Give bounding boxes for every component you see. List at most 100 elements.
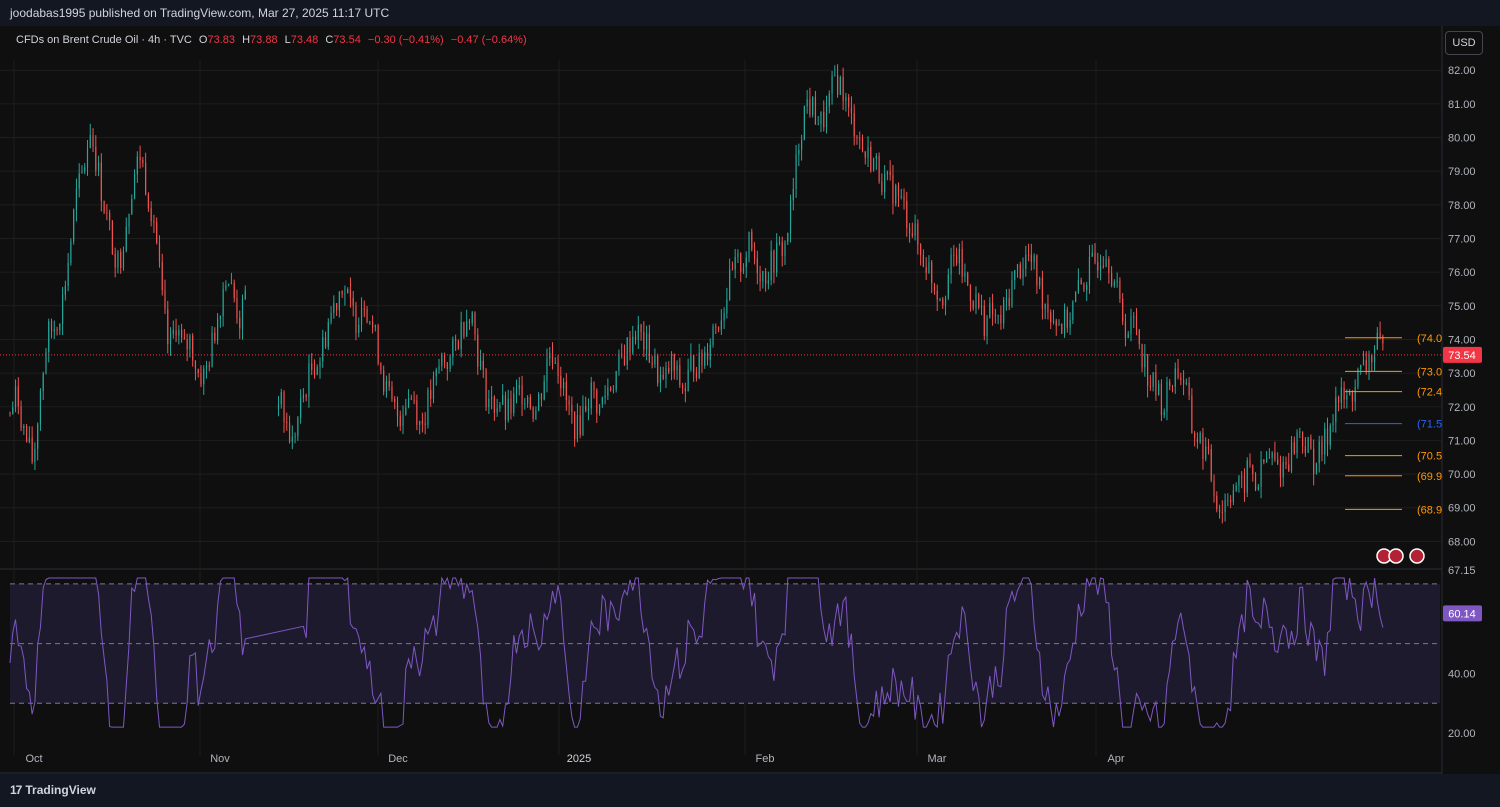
legend-low: 73.48 (290, 34, 319, 46)
candle-body (1116, 280, 1118, 283)
candle-body (1199, 432, 1201, 443)
candle-body (1332, 422, 1334, 426)
candle-body (147, 194, 149, 209)
candle-body (1019, 264, 1021, 278)
candle-body (820, 111, 822, 125)
candle-body (629, 337, 631, 353)
candle-body (216, 319, 219, 341)
candle-body (668, 367, 670, 372)
candle-body (239, 317, 241, 329)
candle-body (463, 321, 465, 337)
candle-body (723, 312, 725, 321)
candle-body (396, 401, 399, 417)
candle-body (618, 353, 620, 371)
candle-body (1069, 319, 1071, 328)
candle-body (1169, 381, 1171, 387)
candle-body (1337, 396, 1340, 403)
price-tick-label: 79.00 (1448, 166, 1476, 178)
candle-body (1362, 360, 1365, 366)
candle-body (931, 262, 933, 284)
candle-body (111, 220, 114, 254)
candle-body (300, 397, 302, 418)
candle-body (1313, 448, 1315, 474)
candle-body (333, 303, 335, 313)
candle-body (349, 289, 352, 298)
candle-body (1260, 459, 1262, 487)
candle-body (125, 226, 127, 251)
candle-body (167, 309, 169, 345)
candle-body (568, 400, 570, 405)
candle-body (1224, 500, 1226, 513)
candle-body (1094, 252, 1096, 262)
candle-body (380, 363, 382, 371)
candle-body (1232, 490, 1234, 503)
candle-body (1243, 476, 1246, 493)
candle-body (1365, 360, 1367, 371)
legend-symbol[interactable]: CFDs on Brent Crude Oil · 4h · TVC (16, 34, 192, 46)
candle-body (1293, 442, 1295, 454)
candle-body (53, 329, 55, 332)
candle-body (114, 253, 116, 268)
candle-body (585, 406, 587, 411)
candle-body (964, 272, 966, 277)
candle-body (73, 210, 75, 242)
candle-body (825, 106, 828, 128)
candle-body (1324, 428, 1326, 455)
candle-body (1030, 254, 1032, 262)
candle-body (1122, 298, 1124, 322)
candle-body (1268, 457, 1270, 459)
candle-body (347, 289, 349, 294)
price-tick-label: 69.00 (1448, 503, 1476, 515)
candle-body (767, 280, 769, 284)
candle-body (745, 257, 747, 268)
candle-body (211, 332, 213, 367)
candle-body (1061, 323, 1063, 334)
candle-body (145, 163, 147, 195)
candle-body (526, 396, 529, 404)
tradingview-logo[interactable]: 17 TradingView (10, 783, 96, 797)
candle-body (839, 76, 841, 95)
candle-body (20, 406, 22, 429)
time-tick-label: Nov (210, 753, 230, 765)
candle-body (659, 374, 662, 384)
candle-body (986, 317, 988, 336)
candle-body (1133, 316, 1135, 318)
candle-body (529, 396, 531, 408)
chart-svg[interactable]: 82.00 81.00 80.00 79.00 78.00 77.00 76.00 75.00… (0, 0, 1500, 774)
candle-body (823, 111, 825, 128)
candle-body (352, 297, 354, 306)
candle-body (554, 362, 556, 364)
candle-body (1368, 355, 1370, 371)
candle-body (809, 99, 811, 115)
candle-body (961, 248, 963, 277)
candle-body (1152, 372, 1154, 387)
symbol-legend: CFDs on Brent Crude Oil · 4h · TVC O73.8… (16, 34, 527, 46)
candle-body (1111, 272, 1113, 286)
rsi-tick-label: 20.00 (1448, 728, 1476, 740)
candle-body (48, 321, 50, 353)
candle-body (1088, 256, 1091, 286)
candle-body (748, 231, 750, 258)
candle-body (648, 333, 650, 363)
candle-body (23, 425, 25, 429)
candle-body (784, 241, 786, 257)
candle-body (925, 267, 927, 274)
price-tick-label: 70.00 (1448, 469, 1476, 481)
candle-body (355, 305, 357, 333)
candle-body (933, 283, 936, 291)
candle-body (1205, 446, 1207, 459)
currency-button[interactable]: USD (1445, 31, 1483, 55)
candle-body (640, 324, 642, 333)
candle-body (460, 321, 462, 350)
candle-body (698, 352, 700, 379)
candle-body (1155, 372, 1157, 395)
candle-body (673, 354, 675, 371)
candle-body (803, 106, 805, 141)
candle-body (377, 325, 379, 364)
candle-body (690, 354, 692, 370)
candle-body (1058, 323, 1060, 326)
candle-body (158, 243, 161, 262)
candle-body (1027, 254, 1030, 256)
candle-body (330, 312, 332, 322)
candle-body (1321, 441, 1323, 455)
